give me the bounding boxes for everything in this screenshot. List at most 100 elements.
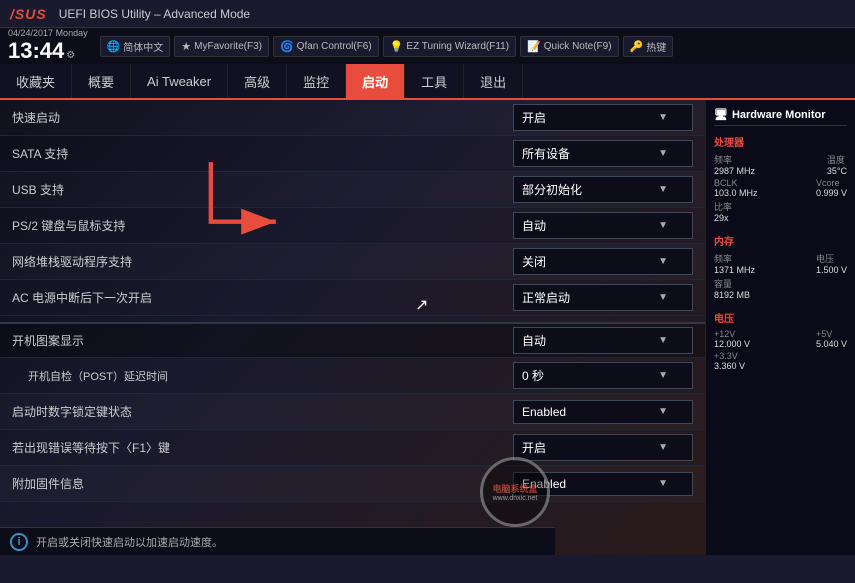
- top-bar: 04/24/2017 Monday 13:44 ⚙ 🌐 简体中文 ★ MyFav…: [0, 28, 855, 64]
- sidebar-row-cpu-bclk-vcore: BCLK 103.0 MHz Vcore 0.999 V: [714, 178, 847, 198]
- chevron-down-icon: ▼: [658, 406, 668, 417]
- chevron-down-icon: ▼: [658, 184, 668, 195]
- sidebar-title: 🖥 Hardware Monitor: [714, 108, 847, 126]
- dropdown-post-delay[interactable]: 0 秒 ▼: [513, 362, 693, 389]
- asus-logo: /SUS: [10, 6, 47, 22]
- sidebar-section-memory: 内存 频率 1371 MHz 电压 1.500 V 容量 8192 MB: [714, 233, 847, 300]
- note-icon: 📝: [527, 40, 541, 53]
- setting-label-fast-boot: 快速启动: [12, 101, 513, 134]
- setting-value-fast-boot: 开启 ▼: [513, 104, 693, 131]
- quick-note-btn[interactable]: 📝 Quick Note(F9): [520, 36, 619, 57]
- dropdown-network-stack[interactable]: 关闭 ▼: [513, 248, 693, 275]
- sidebar-row-mem-cap: 容量 8192 MB: [714, 277, 847, 300]
- sidebar-row-volt-33: +3.3V 3.360 V: [714, 351, 847, 371]
- setting-row-f1-error: 若出现错误等待按下〈F1〉键 开启 ▼: [0, 430, 705, 466]
- chevron-down-icon: ▼: [658, 292, 668, 303]
- chevron-down-icon: ▼: [658, 442, 668, 453]
- dropdown-usb[interactable]: 部分初始化 ▼: [513, 176, 693, 203]
- sidebar-value-33v: 3.360 V: [714, 361, 745, 371]
- dropdown-sata[interactable]: 所有设备 ▼: [513, 140, 693, 167]
- sidebar-value-freq: 2987 MHz: [714, 166, 755, 176]
- nav-item-exit[interactable]: 退出: [464, 64, 523, 98]
- info-icon: i: [10, 533, 28, 551]
- sidebar-section-title-voltage: 电压: [714, 310, 847, 325]
- main-layout: 快速启动 开启 ▼ SATA 支持 所有设备 ▼: [0, 100, 855, 555]
- content-area: 快速启动 开启 ▼ SATA 支持 所有设备 ▼: [0, 100, 705, 555]
- qfan-btn[interactable]: 🌀 Qfan Control(F6): [273, 36, 379, 57]
- chevron-down-icon: ▼: [658, 370, 668, 381]
- dropdown-numlock[interactable]: Enabled ▼: [513, 400, 693, 424]
- nav-item-tools[interactable]: 工具: [405, 64, 464, 98]
- dropdown-addon-firmware[interactable]: Enabled ▼: [513, 472, 693, 496]
- monitor-icon: 🖥: [714, 108, 728, 121]
- chevron-down-icon: ▼: [658, 256, 668, 267]
- sidebar-label-mem-freq: 频率: [714, 252, 755, 265]
- nav-item-advanced[interactable]: 高级: [228, 64, 287, 98]
- nav-item-boot[interactable]: 启动: [346, 64, 405, 98]
- key-icon: 🔑: [630, 40, 644, 53]
- setting-row-addon-firmware: 附加固件信息 Enabled ▼: [0, 466, 705, 502]
- dropdown-ps2[interactable]: 自动 ▼: [513, 212, 693, 239]
- setting-value-usb: 部分初始化 ▼: [513, 176, 693, 203]
- title-text: UEFI BIOS Utility – Advanced Mode: [59, 7, 250, 21]
- hotkey-btn[interactable]: 🔑 热键: [623, 36, 674, 57]
- sidebar-row-cpu-ratio: 比率 29x: [714, 200, 847, 223]
- sidebar-value-temp: 35°C: [827, 166, 847, 176]
- setting-row-usb: USB 支持 部分初始化 ▼: [0, 172, 705, 208]
- setting-value-numlock: Enabled ▼: [513, 400, 693, 424]
- setting-row-boot-logo: 开机图案显示 自动 ▼: [0, 322, 705, 358]
- time-display: 13:44 ⚙: [8, 38, 88, 64]
- sidebar-value-ratio: 29x: [714, 213, 732, 223]
- sidebar-label-bclk: BCLK: [714, 178, 758, 188]
- setting-value-f1-error: 开启 ▼: [513, 434, 693, 461]
- setting-label-ac-power: AC 电源中断后下一次开启: [12, 281, 513, 314]
- chevron-down-icon: ▼: [658, 148, 668, 159]
- setting-label-f1-error: 若出现错误等待按下〈F1〉键: [12, 431, 513, 464]
- setting-label-post-delay: 开机自检（POST）延迟时间: [12, 360, 513, 392]
- title-bar: /SUS UEFI BIOS Utility – Advanced Mode: [0, 0, 855, 28]
- sidebar-label-freq: 频率: [714, 153, 755, 166]
- sidebar-label-temp: 温度: [827, 153, 847, 166]
- sidebar-value-mem-freq: 1371 MHz: [714, 265, 755, 275]
- time-section: 04/24/2017 Monday 13:44 ⚙: [8, 28, 88, 64]
- chevron-down-icon: ▼: [658, 112, 668, 123]
- ez-tuning-btn[interactable]: 💡 EZ Tuning Wizard(F11): [383, 36, 516, 57]
- dropdown-boot-logo[interactable]: 自动 ▼: [513, 327, 693, 354]
- bulb-icon: 💡: [390, 40, 404, 53]
- setting-row-post-delay: 开机自检（POST）延迟时间 0 秒 ▼: [0, 358, 705, 394]
- nav-item-monitor[interactable]: 监控: [287, 64, 346, 98]
- dropdown-fast-boot[interactable]: 开启 ▼: [513, 104, 693, 131]
- setting-value-boot-logo: 自动 ▼: [513, 327, 693, 354]
- setting-row-ps2: PS/2 键盘与鼠标支持 自动 ▼: [0, 208, 705, 244]
- globe-icon: 🌐: [107, 40, 121, 53]
- language-btn[interactable]: 🌐 简体中文: [100, 36, 171, 57]
- sidebar-label-vcore: Vcore: [816, 178, 847, 188]
- setting-row-sata: SATA 支持 所有设备 ▼: [0, 136, 705, 172]
- sidebar-label-ratio: 比率: [714, 200, 732, 213]
- status-bar: i 开启或关闭快速启动以加速启动速度。: [0, 527, 555, 555]
- star-icon: ★: [181, 40, 191, 53]
- sidebar-label-33v: +3.3V: [714, 351, 745, 361]
- nav-item-ai-tweaker[interactable]: Ai Tweaker: [131, 64, 228, 98]
- setting-value-sata: 所有设备 ▼: [513, 140, 693, 167]
- sidebar-row-mem-freq-volt: 频率 1371 MHz 电压 1.500 V: [714, 252, 847, 275]
- setting-row-fast-boot: 快速启动 开启 ▼: [0, 100, 705, 136]
- myfavorite-btn[interactable]: ★ MyFavorite(F3): [174, 36, 269, 57]
- setting-label-addon-firmware: 附加固件信息: [12, 467, 513, 500]
- topbar-buttons: 🌐 简体中文 ★ MyFavorite(F3) 🌀 Qfan Control(F…: [100, 36, 674, 57]
- nav-item-overview[interactable]: 概要: [72, 64, 131, 98]
- sidebar-value-bclk: 103.0 MHz: [714, 188, 758, 198]
- fan-icon: 🌀: [280, 40, 294, 53]
- chevron-down-icon: ▼: [658, 478, 668, 489]
- sidebar-value-mem-cap: 8192 MB: [714, 290, 750, 300]
- sidebar-label-12v: +12V: [714, 329, 750, 339]
- setting-value-addon-firmware: Enabled ▼: [513, 472, 693, 496]
- sidebar-section-cpu: 处理器 频率 2987 MHz 温度 35°C BCLK 103.0 MHz V…: [714, 134, 847, 223]
- dropdown-f1-error[interactable]: 开启 ▼: [513, 434, 693, 461]
- setting-label-sata: SATA 支持: [12, 137, 513, 170]
- hardware-monitor-sidebar: 🖥 Hardware Monitor 处理器 频率 2987 MHz 温度 35…: [705, 100, 855, 555]
- nav-item-favorites[interactable]: 收藏夹: [0, 64, 72, 98]
- setting-label-network-stack: 网络堆栈驱动程序支持: [12, 245, 513, 278]
- dropdown-ac-power[interactable]: 正常启动 ▼: [513, 284, 693, 311]
- nav-bar: 收藏夹 概要 Ai Tweaker 高级 监控 启动 工具 退出: [0, 64, 855, 100]
